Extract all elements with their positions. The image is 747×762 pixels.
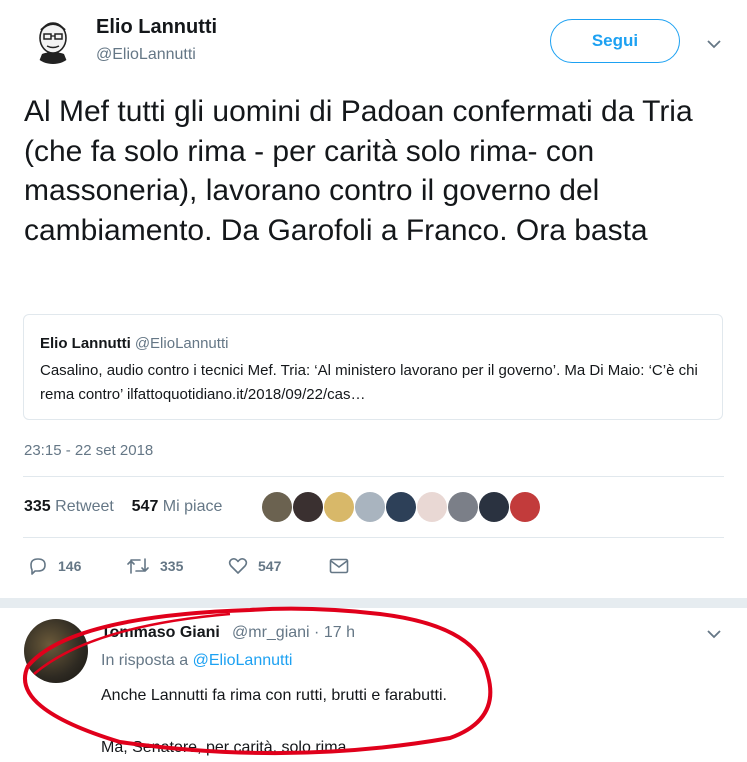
- reply-count: 146: [58, 558, 82, 574]
- quoted-author: Elio Lannutti @ElioLannutti: [40, 335, 228, 352]
- liker-avatar[interactable]: [293, 492, 323, 522]
- liker-avatar[interactable]: [510, 492, 540, 522]
- retweet-action[interactable]: 335: [126, 556, 183, 576]
- like-count: 547: [258, 558, 282, 574]
- like-action[interactable]: 547: [228, 556, 281, 576]
- follow-button[interactable]: Segui: [550, 19, 680, 63]
- retweet-count: 335: [160, 558, 184, 574]
- tweet-text: Al Mef tutti gli uomini di Padoan confer…: [24, 95, 693, 247]
- liker-avatar[interactable]: [355, 492, 385, 522]
- reply-icon: [30, 558, 46, 575]
- likes-stat[interactable]: 547 Mi piace: [132, 498, 223, 515]
- heart-icon: [228, 558, 248, 574]
- liker-avatar[interactable]: [448, 492, 478, 522]
- quoted-text: Casalino, audio contro i tecnici Mef. Tr…: [40, 362, 698, 403]
- retweet-icon: [127, 558, 149, 574]
- liker-avatar[interactable]: [386, 492, 416, 522]
- author-name[interactable]: Elio Lannutti: [96, 16, 217, 39]
- liker-avatar[interactable]: [479, 492, 509, 522]
- divider: [23, 537, 724, 538]
- chevron-down-icon[interactable]: [706, 36, 722, 57]
- retweets-count: 335: [24, 498, 51, 515]
- envelope-icon: [329, 558, 349, 574]
- direct-message-action[interactable]: [329, 557, 359, 575]
- likes-count: 547: [131, 498, 159, 515]
- tweet-stats: 335 Retweet 547 Mi piace: [24, 498, 222, 516]
- tweet-timestamp[interactable]: 23:15 - 22 set 2018: [24, 442, 153, 459]
- divider: [23, 476, 724, 477]
- quoted-author-handle: @ElioLannutti: [134, 335, 229, 352]
- liker-avatar[interactable]: [417, 492, 447, 522]
- author-avatar[interactable]: [28, 14, 78, 64]
- retweets-label: Retweet: [55, 498, 114, 515]
- reply-action[interactable]: 146: [28, 556, 81, 576]
- likers-avatars: [262, 492, 541, 522]
- liker-avatar[interactable]: [262, 492, 292, 522]
- quoted-author-name: Elio Lannutti: [40, 335, 131, 352]
- annotation-ellipse: [22, 606, 493, 756]
- author-handle[interactable]: @ElioLannutti: [96, 46, 196, 64]
- likes-label: Mi piace: [162, 498, 223, 515]
- liker-avatar[interactable]: [324, 492, 354, 522]
- retweets-stat[interactable]: 335 Retweet: [24, 498, 114, 515]
- quoted-tweet[interactable]: Elio Lannutti @ElioLannutti Casalino, aud…: [23, 314, 723, 420]
